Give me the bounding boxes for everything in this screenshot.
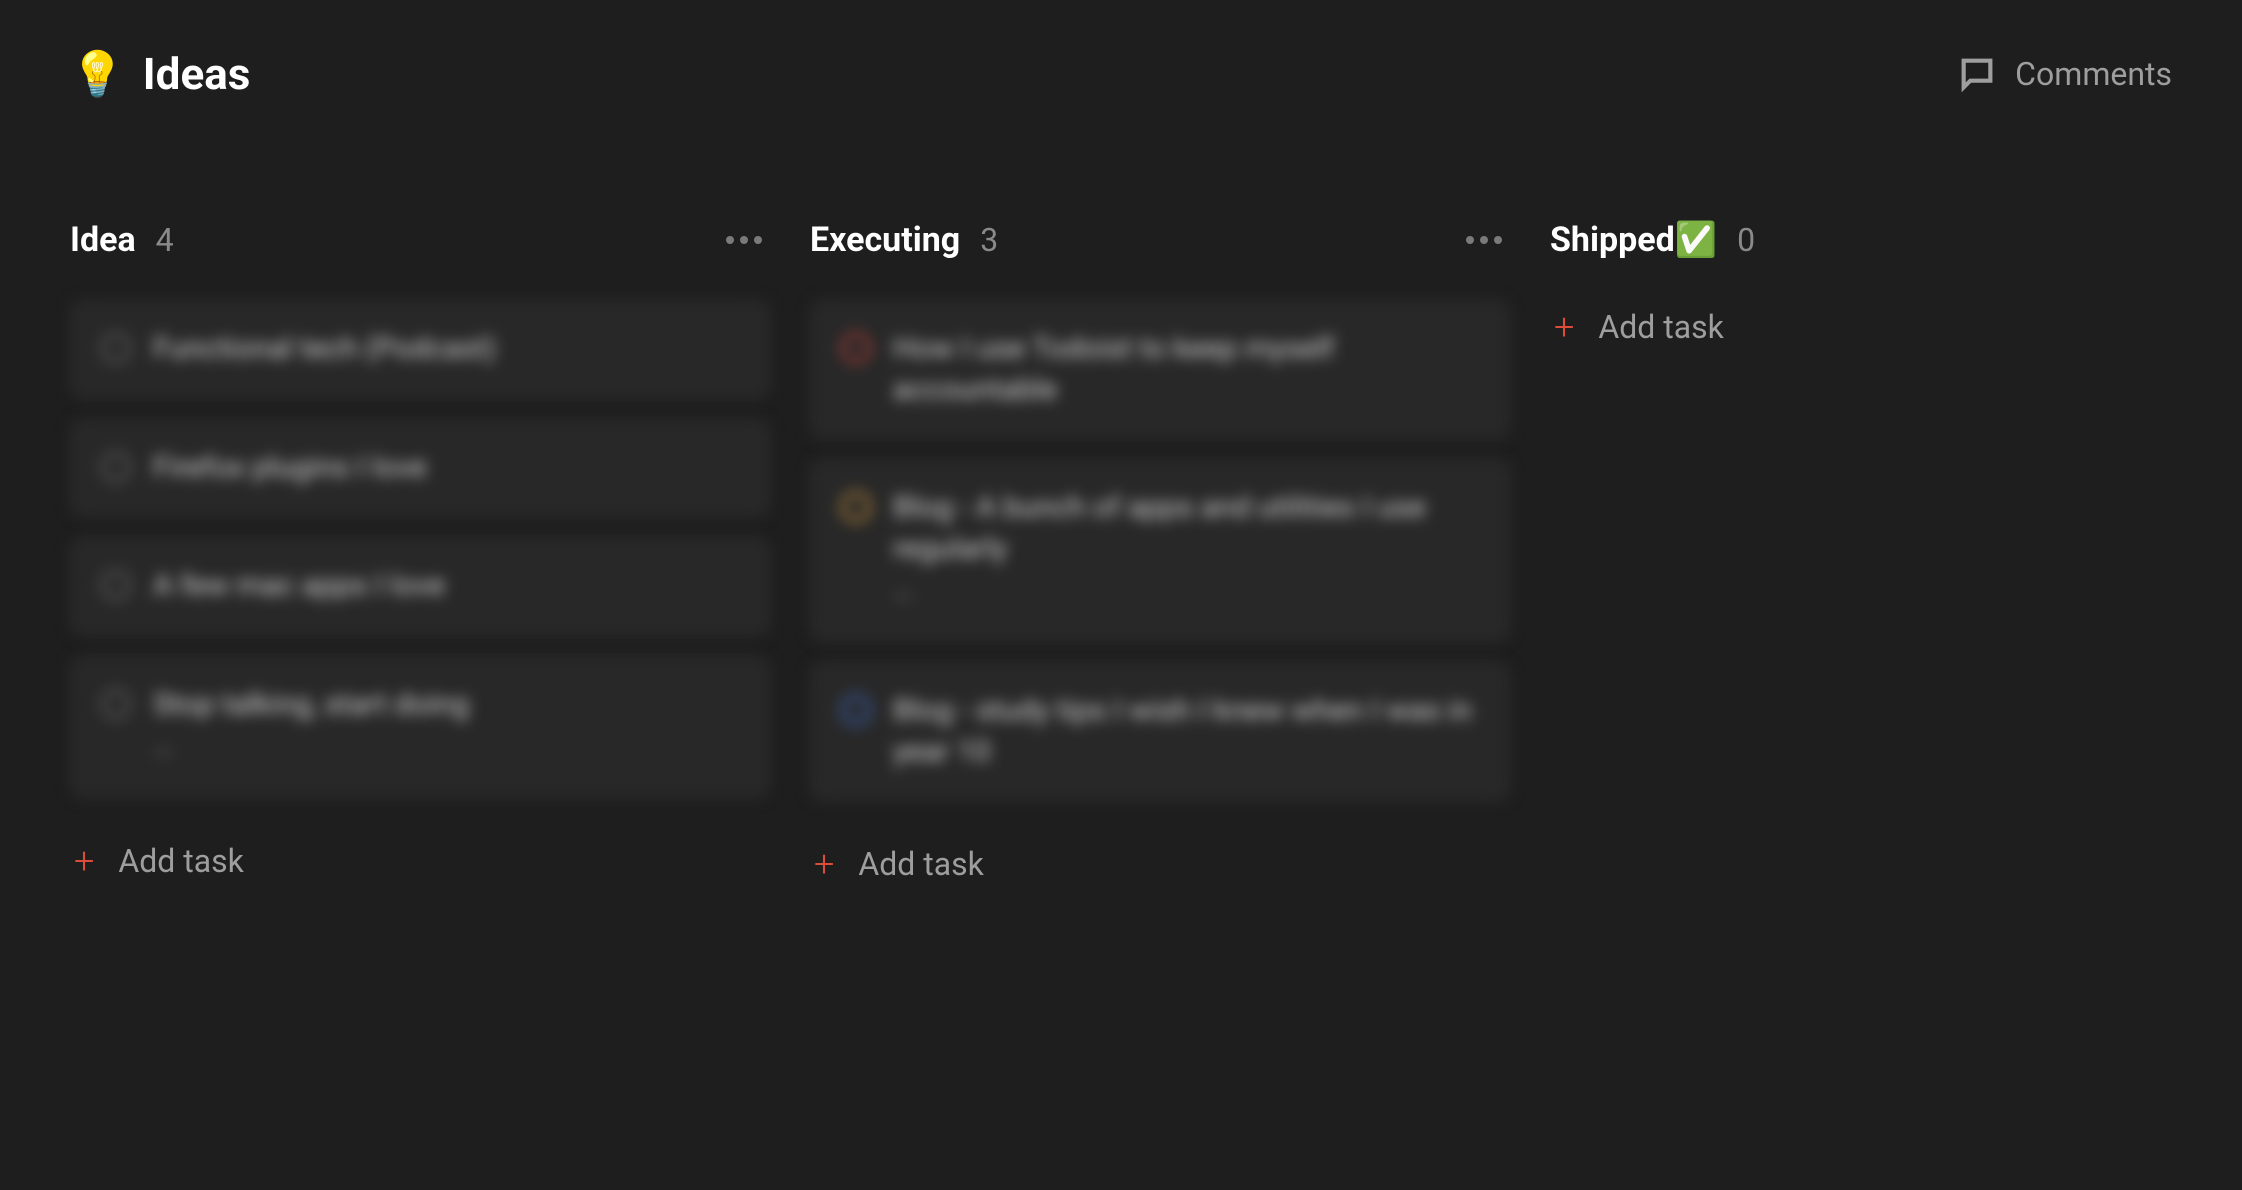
lightbulb-icon: 💡 bbox=[70, 52, 125, 96]
column-header: Shipped✅ 0 bbox=[1550, 220, 2242, 260]
task-checkbox[interactable] bbox=[841, 333, 871, 363]
column-title: Idea bbox=[70, 220, 136, 260]
column-executing: Executing 3 How I use Todoist to keep my… bbox=[810, 220, 1510, 891]
task-title: Functional tech (Podcast) bbox=[153, 329, 739, 370]
task-body: Blog - A bunch of apps and utilities I u… bbox=[893, 488, 1479, 613]
task-card[interactable]: Blog - study tips I wish I knew when I w… bbox=[810, 662, 1510, 801]
add-task-button[interactable]: + Add task bbox=[70, 834, 770, 888]
column-shipped: Shipped✅ 0 + Add task bbox=[1550, 220, 2242, 354]
column-header: Idea 4 bbox=[70, 220, 770, 260]
task-body: Firefox plugins I love bbox=[153, 448, 739, 489]
task-card[interactable]: Stop talking, start doing — bbox=[70, 656, 770, 799]
task-checkbox[interactable] bbox=[101, 333, 131, 363]
column-more-button[interactable] bbox=[1458, 228, 1510, 252]
column-count: 4 bbox=[156, 221, 174, 259]
dot-icon bbox=[1466, 236, 1474, 244]
task-body: Functional tech (Podcast) bbox=[153, 329, 739, 370]
task-body: How I use Todoist to keep myself account… bbox=[893, 329, 1479, 410]
comments-label: Comments bbox=[2015, 55, 2172, 93]
comment-icon bbox=[1957, 54, 1997, 94]
card-list: Functional tech (Podcast) Firefox plugin… bbox=[70, 300, 770, 798]
dot-icon bbox=[754, 236, 762, 244]
task-title: Blog - A bunch of apps and utilities I u… bbox=[893, 488, 1479, 569]
column-count: 3 bbox=[980, 221, 998, 259]
column-title-wrap: Shipped✅ 0 bbox=[1550, 220, 1755, 260]
task-body: A few mac apps I love bbox=[153, 566, 739, 607]
task-title: Firefox plugins I love bbox=[153, 448, 739, 489]
add-task-button[interactable]: + Add task bbox=[1550, 300, 2242, 354]
column-header: Executing 3 bbox=[810, 220, 1510, 260]
task-title: Stop talking, start doing bbox=[153, 685, 739, 726]
column-idea: Idea 4 Functional tech (Podcast) Firefox… bbox=[70, 220, 770, 888]
task-checkbox[interactable] bbox=[101, 570, 131, 600]
dot-icon bbox=[726, 236, 734, 244]
task-checkbox[interactable] bbox=[841, 492, 871, 522]
task-checkbox[interactable] bbox=[101, 689, 131, 719]
column-title-wrap: Idea 4 bbox=[70, 220, 174, 260]
dot-icon bbox=[1494, 236, 1502, 244]
page-title: Ideas bbox=[143, 48, 251, 100]
add-task-label: Add task bbox=[1598, 308, 1724, 346]
kanban-board: Idea 4 Functional tech (Podcast) Firefox… bbox=[0, 100, 2242, 891]
task-card[interactable]: Functional tech (Podcast) bbox=[70, 300, 770, 399]
task-title: A few mac apps I love bbox=[153, 566, 739, 607]
column-title: Executing bbox=[810, 220, 960, 260]
dot-icon bbox=[1480, 236, 1488, 244]
card-list: How I use Todoist to keep myself account… bbox=[810, 300, 1510, 801]
add-task-label: Add task bbox=[118, 842, 244, 880]
task-checkbox[interactable] bbox=[101, 452, 131, 482]
task-checkbox[interactable] bbox=[841, 695, 871, 725]
task-card[interactable]: How I use Todoist to keep myself account… bbox=[810, 300, 1510, 439]
comments-button[interactable]: Comments bbox=[1957, 54, 2172, 94]
plus-icon: + bbox=[74, 843, 94, 879]
task-card[interactable]: A few mac apps I love bbox=[70, 537, 770, 636]
column-more-button[interactable] bbox=[718, 228, 770, 252]
header-title-group: 💡 Ideas bbox=[70, 48, 250, 100]
task-body: Stop talking, start doing — bbox=[153, 685, 739, 770]
add-task-label: Add task bbox=[858, 845, 984, 883]
task-meta: — bbox=[893, 583, 1479, 613]
column-count: 0 bbox=[1737, 221, 1755, 259]
task-body: Blog - study tips I wish I knew when I w… bbox=[893, 691, 1479, 772]
column-title: Shipped✅ bbox=[1550, 220, 1717, 260]
column-title-wrap: Executing 3 bbox=[810, 220, 998, 260]
plus-icon: + bbox=[814, 846, 834, 882]
task-meta: — bbox=[153, 739, 739, 769]
dot-icon bbox=[740, 236, 748, 244]
task-card[interactable]: Blog - A bunch of apps and utilities I u… bbox=[810, 459, 1510, 642]
task-title: How I use Todoist to keep myself account… bbox=[893, 329, 1479, 410]
add-task-button[interactable]: + Add task bbox=[810, 837, 1510, 891]
plus-icon: + bbox=[1554, 309, 1574, 345]
task-card[interactable]: Firefox plugins I love bbox=[70, 419, 770, 518]
task-title: Blog - study tips I wish I knew when I w… bbox=[893, 691, 1479, 772]
page-header: 💡 Ideas Comments bbox=[0, 0, 2242, 100]
